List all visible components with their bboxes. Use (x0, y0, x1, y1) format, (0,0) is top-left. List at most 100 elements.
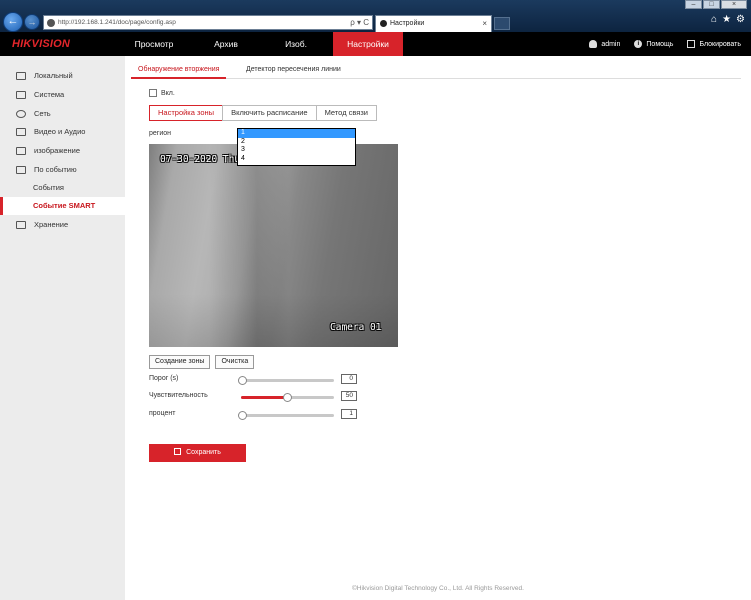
window-controls: – □ × (685, 0, 747, 9)
percentage-label: процент (149, 410, 176, 417)
sidebar-item-system[interactable]: Система (0, 86, 125, 104)
sensitivity-value[interactable]: 50 (341, 391, 357, 401)
threshold-value[interactable]: 0 (341, 374, 357, 384)
network-icon (16, 110, 26, 118)
logout-link[interactable]: Блокировать (687, 40, 741, 48)
logout-icon (687, 40, 696, 48)
percentage-slider[interactable] (237, 411, 334, 420)
help-link[interactable]: i Помощь (634, 40, 673, 48)
maximize-button[interactable]: □ (703, 0, 720, 9)
browser-right-icons: ⌂ ★ ⚙ (711, 14, 745, 25)
slider-knob[interactable] (237, 411, 247, 420)
save-icon (174, 448, 182, 455)
sensitivity-label: Чувствительность (149, 392, 208, 399)
percentage-value[interactable]: 1 (341, 409, 357, 419)
sidebar-item-local[interactable]: Локальный (0, 67, 125, 85)
zone-buttons: Создание зоны Очистка (149, 355, 255, 369)
home-icon[interactable]: ⌂ (711, 14, 717, 25)
enable-row: Вкл. (149, 89, 175, 97)
minimize-button[interactable]: – (685, 0, 702, 9)
username: admin (601, 40, 621, 48)
sidebar-item-label: Видео и Аудио (34, 127, 86, 136)
sidebar-item-event[interactable]: По событию (0, 161, 125, 179)
save-button[interactable]: Сохранить (149, 444, 246, 462)
address-bar[interactable]: http://192.168.1.241/doc/page/config.asp… (43, 15, 373, 30)
tab-title: Настройки (390, 20, 425, 27)
event-subtabs: Обнаружение вторжения Детектор пересечен… (131, 62, 741, 79)
menu-picture[interactable]: Изоб. (264, 32, 328, 56)
sidebar-item-basic-event[interactable]: События (0, 179, 125, 197)
region-option[interactable]: 1 (238, 129, 355, 138)
video-preview[interactable]: 07-30-2020 Thu Camera 01 (149, 144, 398, 347)
slider-fill (241, 396, 288, 399)
threshold-slider[interactable] (237, 376, 334, 385)
image-icon (16, 147, 26, 155)
help-icon: i (634, 40, 643, 48)
region-label: регион (149, 130, 172, 137)
config-steps: Настройка зоны Включить расписание Метод… (149, 105, 377, 121)
close-window-button[interactable]: × (721, 0, 747, 9)
sidebar-item-video-audio[interactable]: Видео и Аудио (0, 123, 125, 141)
forward-button[interactable]: → (24, 14, 40, 30)
new-tab-button[interactable] (494, 17, 510, 30)
browser-chrome: – □ × ← → http://192.168.1.241/doc/page/… (0, 0, 751, 32)
region-option[interactable]: 4 (238, 155, 355, 164)
sidebar-item-label: Сеть (34, 109, 51, 118)
sidebar-item-storage[interactable]: Хранение (0, 216, 125, 234)
top-navigation: HIKVISION Просмотр Архив Изоб. Настройки… (0, 32, 751, 56)
sidebar-item-smart-event[interactable]: Событие SMART (0, 197, 125, 215)
event-icon (16, 166, 26, 174)
sidebar-item-label: Система (34, 90, 65, 99)
menu-live-view[interactable]: Просмотр (122, 32, 186, 56)
video-shade (149, 294, 398, 347)
tab-close-icon[interactable]: × (482, 16, 487, 31)
threshold-slider-row: Порог (s) 0 (149, 374, 359, 386)
sensitivity-slider[interactable] (241, 393, 334, 402)
tab-favicon-icon (380, 20, 387, 27)
menu-configuration[interactable]: Настройки (333, 32, 403, 56)
logout-label: Блокировать (699, 40, 741, 48)
sensitivity-slider-row: Чувствительность 50 (149, 391, 359, 403)
settings-gear-icon[interactable]: ⚙ (736, 14, 745, 25)
main-content: Обнаружение вторжения Детектор пересечен… (125, 56, 751, 600)
monitor-icon (16, 72, 26, 80)
region-option[interactable]: 3 (238, 146, 355, 155)
site-icon (47, 19, 55, 27)
sidebar-item-network[interactable]: Сеть (0, 105, 125, 123)
sidebar: Локальный Система Сеть Видео и Аудио изо… (0, 56, 125, 600)
sidebar-item-label: По событию (34, 165, 77, 174)
percentage-slider-row: процент 1 (149, 409, 359, 421)
browser-tab[interactable]: Настройки × (375, 15, 492, 32)
save-label: Сохранить (186, 449, 221, 456)
back-button[interactable]: ← (3, 12, 23, 32)
logo: HIKVISION (12, 38, 71, 50)
tab-linkage-method[interactable]: Метод связи (315, 105, 377, 121)
favorites-icon[interactable]: ★ (722, 14, 731, 25)
tab-line-crossing[interactable]: Детектор пересечения линии (239, 62, 348, 79)
user-menu[interactable]: admin (589, 40, 620, 48)
user-icon (589, 40, 598, 48)
sidebar-item-label: изображение (34, 146, 81, 155)
system-icon (16, 91, 26, 99)
sidebar-item-label: Локальный (34, 71, 73, 80)
tab-arming-schedule[interactable]: Включить расписание (222, 105, 317, 121)
menu-playback[interactable]: Архив (194, 32, 258, 56)
osd-camera-name: Camera 01 (330, 322, 382, 333)
region-option[interactable]: 2 (238, 138, 355, 147)
video-audio-icon (16, 128, 26, 136)
enable-checkbox[interactable] (149, 89, 157, 97)
address-tools[interactable]: ρ ▾ C (350, 16, 369, 29)
slider-knob[interactable] (283, 393, 292, 402)
clear-button[interactable]: Очистка (215, 355, 255, 369)
slider-knob[interactable] (237, 376, 247, 385)
footer: ©Hikvision Digital Technology Co., Ltd. … (352, 585, 524, 592)
tab-area-settings[interactable]: Настройка зоны (149, 105, 224, 121)
region-dropdown[interactable]: 1 2 3 4 (237, 128, 356, 166)
address-text: http://192.168.1.241/doc/page/config.asp (58, 19, 176, 26)
osd-date: 07-30-2020 Thu (160, 154, 241, 165)
user-area: admin i Помощь Блокировать (589, 32, 741, 56)
tab-intrusion-detection[interactable]: Обнаружение вторжения (131, 62, 227, 79)
storage-icon (16, 221, 26, 229)
create-zone-button[interactable]: Создание зоны (149, 355, 211, 369)
sidebar-item-image[interactable]: изображение (0, 142, 125, 160)
